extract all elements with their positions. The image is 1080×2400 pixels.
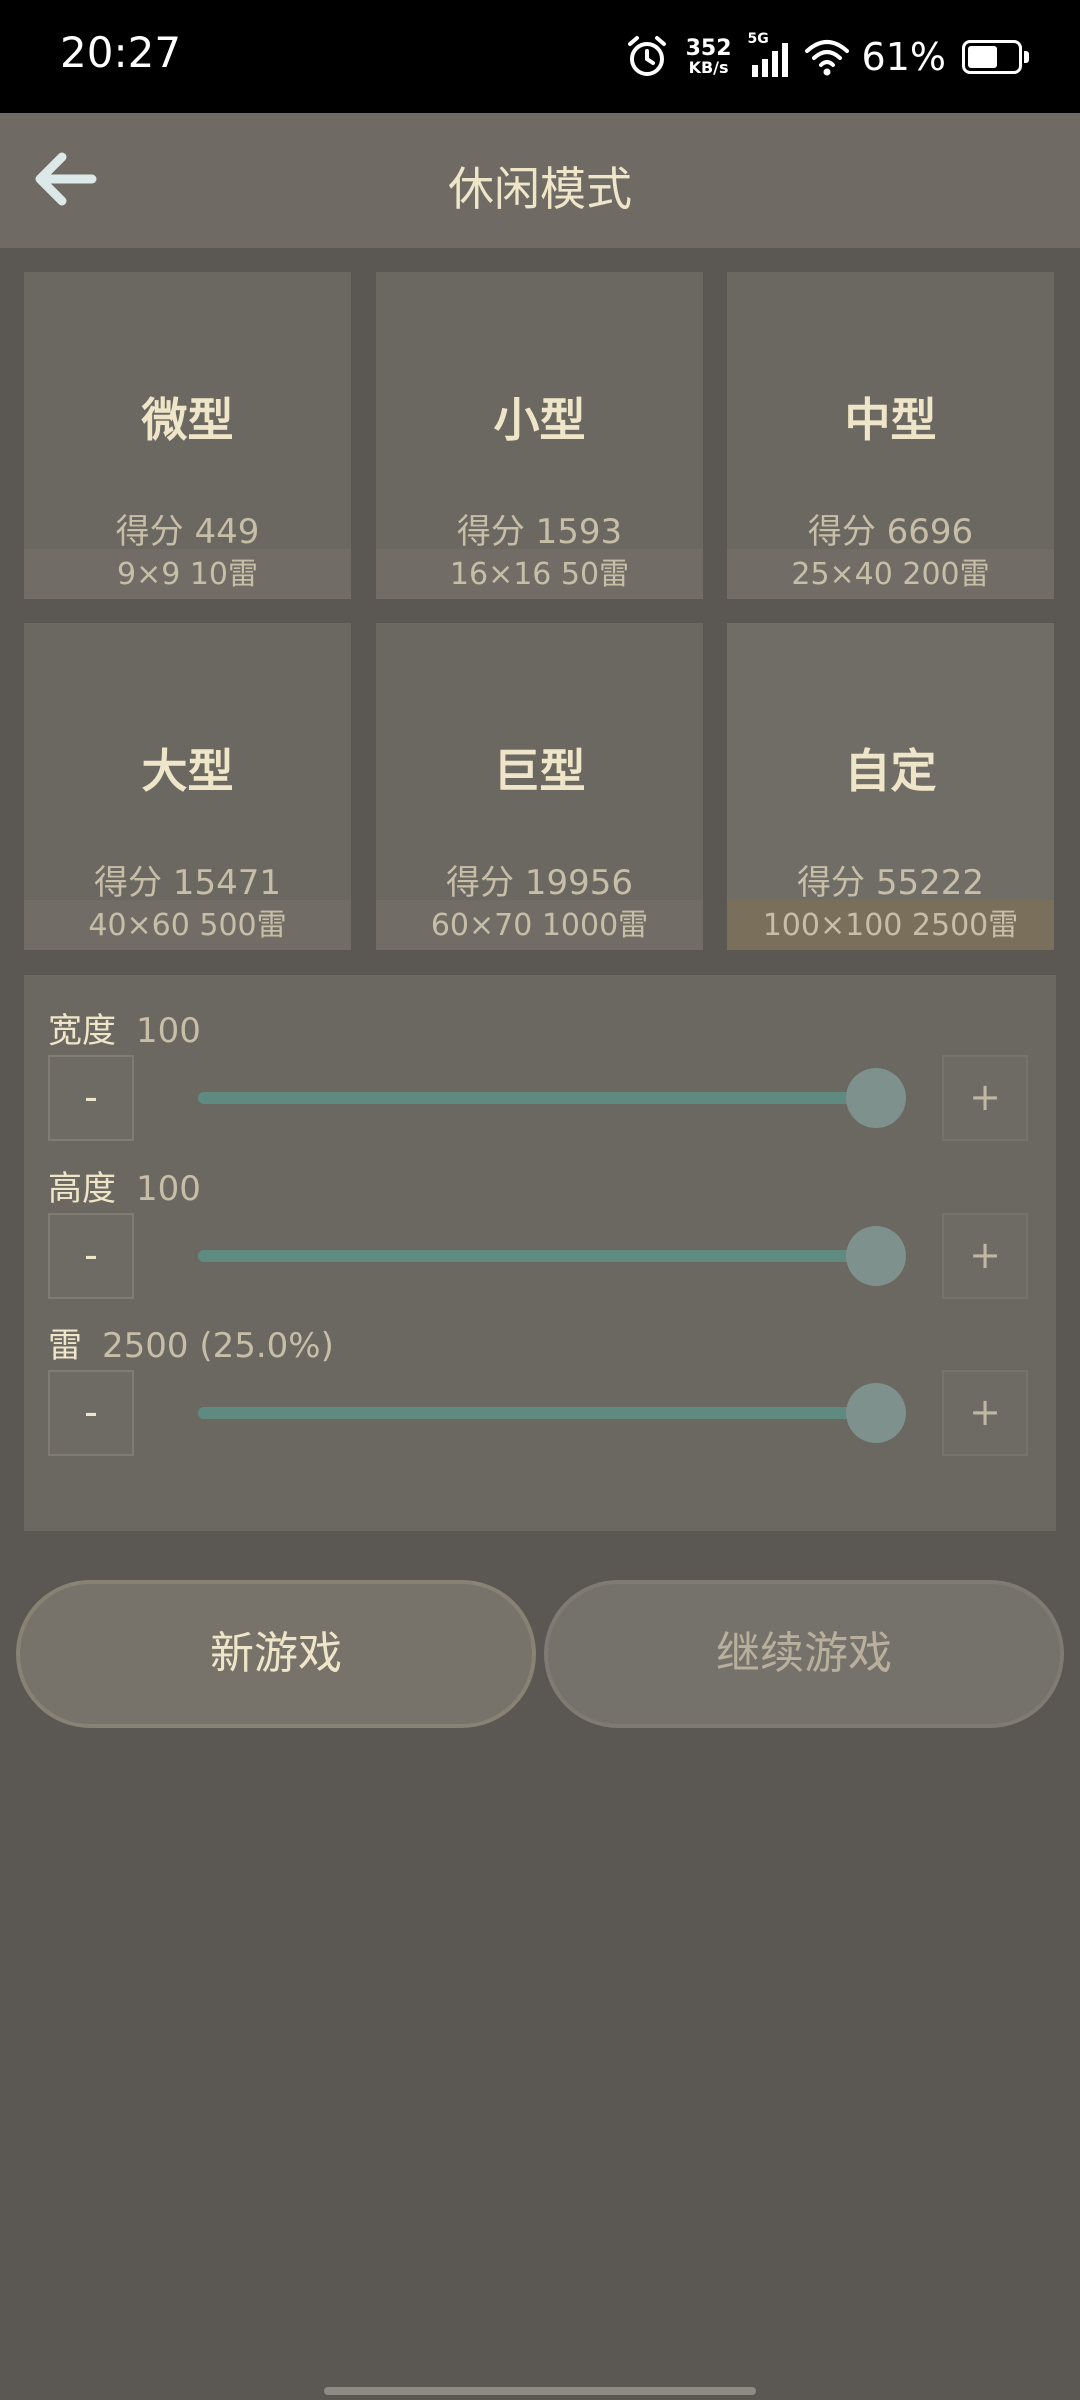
height-label-row: 高度 100: [48, 1161, 201, 1210]
status-time: 20:27: [60, 28, 182, 77]
mode-tile-small[interactable]: 小型 得分 1593 16×16 50雷: [376, 272, 703, 599]
width-label-row: 宽度 100: [48, 1003, 201, 1052]
network-speed-unit: KB/s: [688, 58, 729, 77]
status-bar: 20:27 352 KB/s 5G 61%: [0, 0, 1080, 113]
mode-spec: 9×9 10雷: [24, 549, 351, 599]
mode-spec: 60×70 1000雷: [376, 900, 703, 950]
mode-name: 微型: [141, 393, 234, 447]
width-label: 宽度: [48, 1011, 116, 1051]
wifi-icon: [804, 40, 849, 76]
height-increase-button[interactable]: +: [942, 1213, 1028, 1299]
slider-fill: [198, 1092, 876, 1104]
mode-tile-medium[interactable]: 中型 得分 6696 25×40 200雷: [727, 272, 1054, 599]
mode-score: 得分 19956: [446, 863, 633, 903]
battery-percent: 61%: [861, 35, 946, 79]
mode-score: 得分 15471: [94, 863, 281, 903]
mode-spec: 16×16 50雷: [376, 549, 703, 599]
mode-name: 大型: [141, 744, 234, 798]
mines-label-row: 雷 2500 (25.0%): [48, 1318, 334, 1367]
width-slider[interactable]: [198, 1066, 906, 1130]
slider-fill: [198, 1250, 876, 1262]
mines-increase-button[interactable]: +: [942, 1370, 1028, 1456]
status-icons: 352 KB/s 5G 61%: [624, 22, 1029, 92]
custom-settings-panel: 宽度 100 - + 高度 100 - + 雷 2500 (25.0%) - +: [24, 975, 1056, 1531]
new-game-button[interactable]: 新游戏: [16, 1580, 536, 1728]
mode-tile-custom[interactable]: 自定 得分 55222 100×100 2500雷: [727, 623, 1054, 950]
width-increase-button[interactable]: +: [942, 1055, 1028, 1141]
mines-value: 2500 (25.0%): [102, 1326, 334, 1366]
continue-game-button[interactable]: 继续游戏: [544, 1580, 1064, 1728]
mode-name: 巨型: [493, 744, 586, 798]
network-speed: 352 KB/s: [686, 38, 732, 76]
mines-decrease-button[interactable]: -: [48, 1370, 134, 1456]
battery-nub: [1024, 51, 1029, 63]
mode-score: 得分 55222: [797, 863, 984, 903]
app-header: 休闲模式: [0, 113, 1080, 248]
width-decrease-button[interactable]: -: [48, 1055, 134, 1141]
slider-thumb[interactable]: [846, 1383, 906, 1443]
mode-spec: 25×40 200雷: [727, 549, 1054, 599]
mode-spec: 100×100 2500雷: [727, 900, 1054, 950]
battery-fill: [968, 46, 997, 68]
mode-name: 自定: [844, 744, 937, 798]
mode-tile-large[interactable]: 大型 得分 15471 40×60 500雷: [24, 623, 351, 950]
mines-slider[interactable]: [198, 1381, 906, 1445]
mode-name: 小型: [493, 393, 586, 447]
mode-tile-huge[interactable]: 巨型 得分 19956 60×70 1000雷: [376, 623, 703, 950]
home-indicator[interactable]: [324, 2387, 756, 2395]
mode-tile-micro[interactable]: 微型 得分 449 9×9 10雷: [24, 272, 351, 599]
mode-spec: 40×60 500雷: [24, 900, 351, 950]
network-type: 5G: [747, 31, 769, 47]
slider-fill: [198, 1407, 876, 1419]
mines-label: 雷: [48, 1326, 82, 1366]
height-slider[interactable]: [198, 1224, 906, 1288]
page-title: 休闲模式: [448, 162, 632, 216]
width-value: 100: [136, 1011, 201, 1051]
network-speed-value: 352: [685, 36, 732, 61]
alarm-icon: [627, 36, 666, 76]
battery-icon: [962, 40, 1029, 74]
mode-score: 得分 449: [115, 512, 260, 552]
slider-thumb[interactable]: [846, 1068, 906, 1128]
height-label: 高度: [48, 1169, 116, 1209]
mode-name: 中型: [844, 393, 937, 447]
mode-score: 得分 6696: [807, 512, 974, 552]
mode-grid: 微型 得分 449 9×9 10雷 小型 得分 1593 16×16 50雷 中…: [24, 272, 1056, 952]
mode-score: 得分 1593: [456, 512, 623, 552]
cellular-signal: 5G: [748, 31, 792, 79]
slider-thumb[interactable]: [846, 1226, 906, 1286]
height-decrease-button[interactable]: -: [48, 1213, 134, 1299]
height-value: 100: [136, 1169, 201, 1209]
